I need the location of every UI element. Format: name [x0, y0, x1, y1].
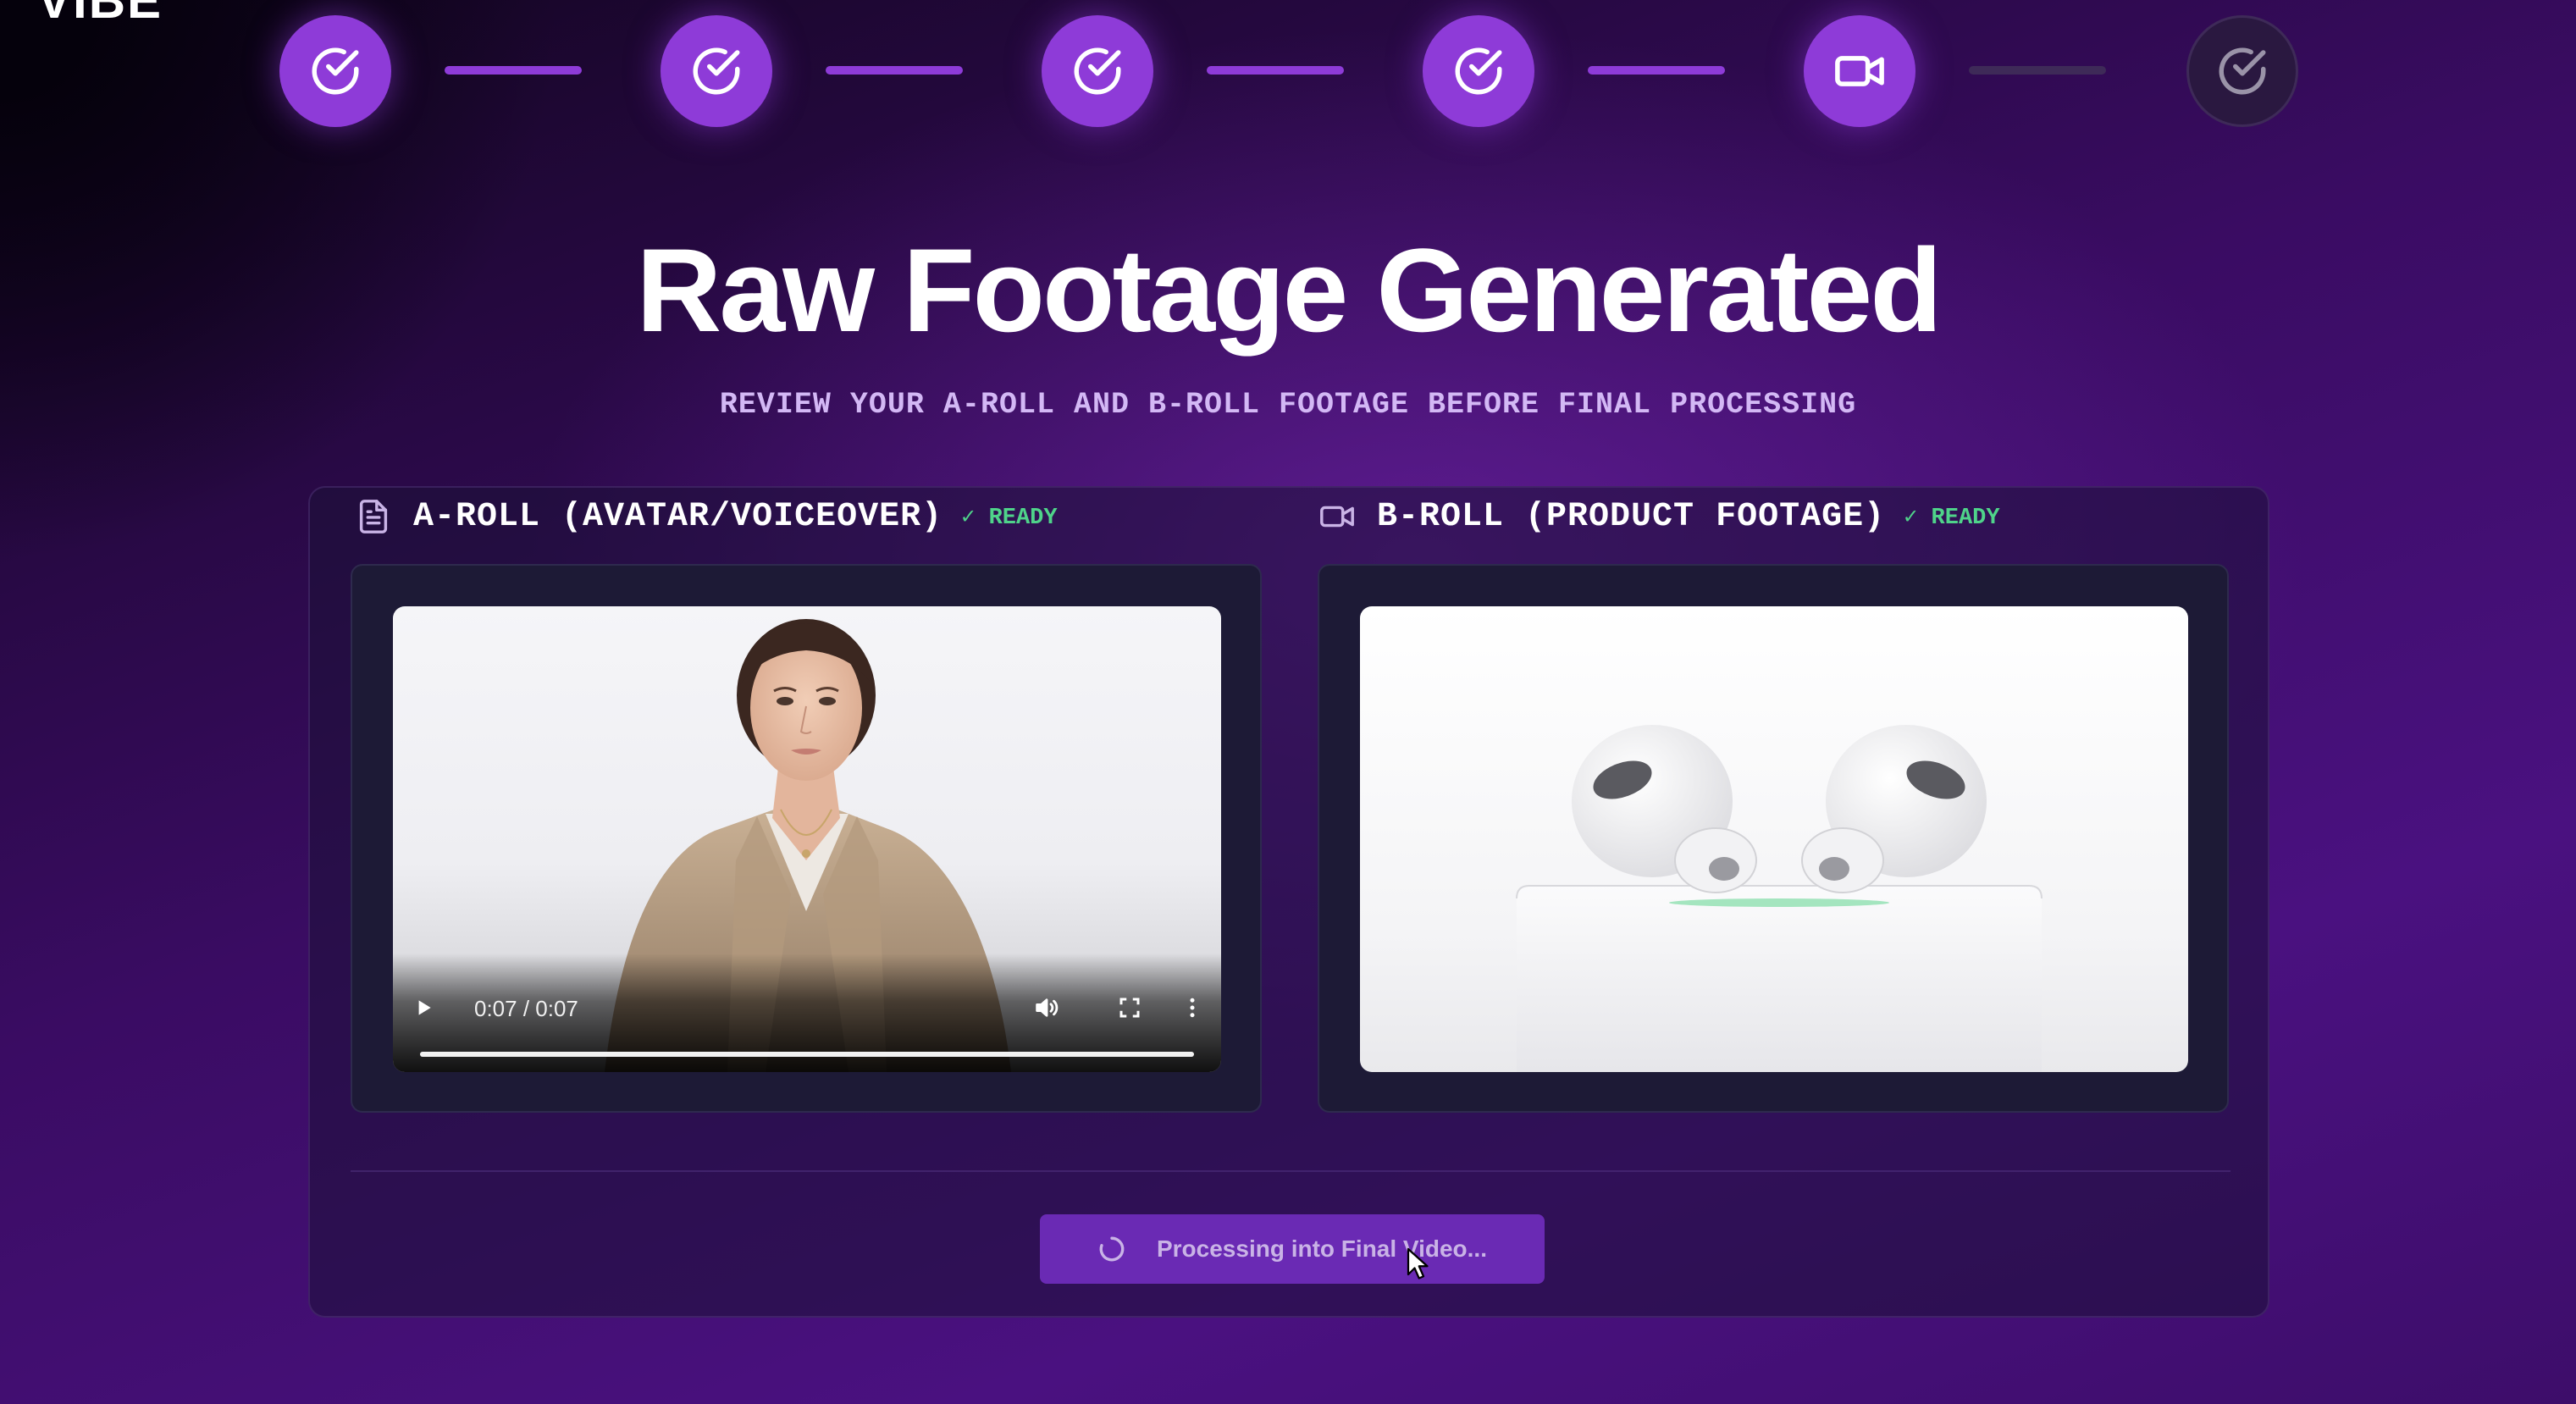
play-icon	[418, 1000, 431, 1015]
step-6	[2186, 15, 2298, 127]
aroll-status-badge: ✓ READY	[961, 505, 1058, 531]
step-1	[279, 15, 391, 127]
step-connector	[826, 66, 963, 75]
more-options-button[interactable]	[1174, 989, 1211, 1026]
volume-icon	[1036, 998, 1059, 1017]
step-3	[1042, 15, 1153, 127]
process-final-video-button[interactable]: Processing into Final Video...	[1040, 1214, 1545, 1284]
aroll-title: A-ROLL (AVATAR/VOICEOVER)	[413, 497, 943, 536]
broll-status-badge: ✓ READY	[1904, 505, 2000, 531]
play-button[interactable]	[405, 989, 442, 1026]
step-2	[661, 15, 772, 127]
footage-panel: A-ROLL (AVATAR/VOICEOVER) ✓ READY B-ROLL…	[308, 486, 2269, 1318]
video-progress-track[interactable]	[420, 1052, 1194, 1057]
loading-spinner-icon	[1099, 1236, 1125, 1262]
fullscreen-icon	[1119, 998, 1140, 1018]
earbuds-product-frame	[1516, 725, 2043, 1072]
app-logo: VIBE	[37, 0, 163, 29]
more-vertical-icon	[1190, 998, 1195, 1018]
step-connector	[1588, 66, 1725, 75]
volume-button[interactable]	[1028, 989, 1065, 1026]
page-title: Raw Footage Generated	[636, 224, 1943, 357]
check-circle-icon	[1074, 47, 1121, 95]
broll-header: B-ROLL (PRODUCT FOOTAGE) ✓ READY	[1318, 491, 2000, 542]
step-connector	[1207, 66, 1344, 75]
step-4	[1423, 15, 1534, 127]
broll-title: B-ROLL (PRODUCT FOOTAGE)	[1377, 497, 1886, 536]
section-divider	[351, 1170, 2231, 1172]
aroll-card: 0:07 / 0:07	[351, 564, 1262, 1113]
step-5	[1804, 15, 1915, 127]
video-progress-fill	[420, 1052, 1194, 1057]
broll-video-player[interactable]	[1360, 606, 2188, 1072]
step-connector	[445, 66, 582, 75]
video-camera-icon	[1320, 506, 1354, 528]
video-controls: 0:07 / 0:07	[393, 954, 1221, 1072]
progress-stepper	[279, 15, 2298, 127]
step-connector	[1969, 66, 2106, 75]
aroll-header: A-ROLL (AVATAR/VOICEOVER) ✓ READY	[354, 491, 1058, 542]
page-subtitle: REVIEW YOUR A-ROLL AND B-ROLL FOOTAGE BE…	[719, 388, 1857, 422]
check-circle-icon	[2219, 47, 2266, 95]
video-camera-icon	[1835, 56, 1884, 86]
mouse-cursor-icon	[1407, 1247, 1429, 1280]
broll-card	[1318, 564, 2229, 1113]
check-circle-icon	[693, 47, 740, 95]
document-icon	[359, 500, 388, 533]
check-circle-icon	[1455, 47, 1502, 95]
check-circle-icon	[312, 47, 359, 95]
video-time: 0:07 / 0:07	[474, 996, 578, 1021]
fullscreen-button[interactable]	[1111, 989, 1148, 1026]
aroll-video-player[interactable]: 0:07 / 0:07	[393, 606, 1221, 1072]
process-button-label: Processing into Final Video...	[1156, 1235, 1487, 1262]
